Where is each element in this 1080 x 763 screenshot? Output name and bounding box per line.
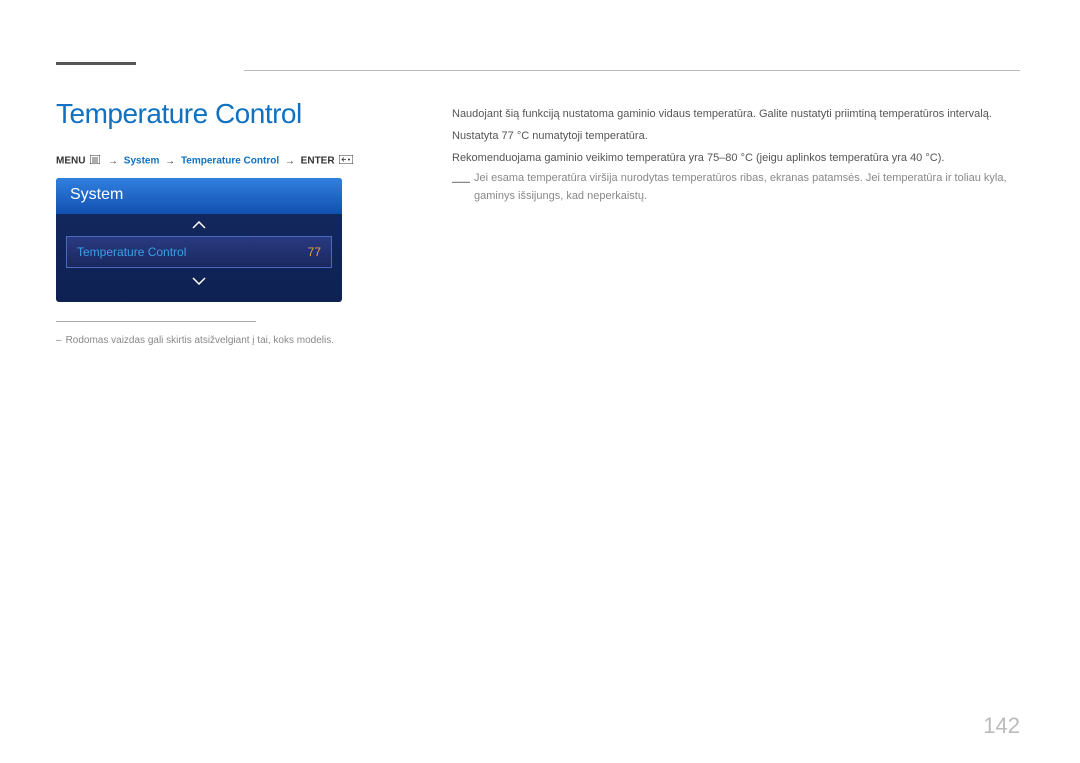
- body-paragraph-2: Nustatyta 77 °C numatytoji temperatūra.: [452, 127, 1020, 147]
- osd-item-temperature-control[interactable]: Temperature Control 77: [66, 236, 332, 268]
- body-paragraph-3: Rekomenduojama gaminio veikimo temperatū…: [452, 149, 1020, 169]
- menu-icon: [90, 155, 100, 167]
- body-text: Naudojant šią funkciją nustatoma gaminio…: [452, 105, 1020, 170]
- breadcrumb-temperature-control: Temperature Control: [181, 156, 279, 167]
- footnote-text: Rodomas vaizdas gali skirtis atsižvelgia…: [66, 335, 334, 346]
- body-note: ― Jei esama temperatūra viršija nurodyta…: [452, 170, 1020, 205]
- body-paragraph-1: Naudojant šią funkciją nustatoma gaminio…: [452, 105, 1020, 125]
- header-marker: [56, 62, 136, 65]
- page-number: 142: [983, 713, 1020, 739]
- note-content: Jei esama temperatūra viršija nurodytas …: [452, 170, 1020, 205]
- breadcrumb-arrow: →: [165, 156, 175, 167]
- enter-icon: [339, 155, 353, 167]
- breadcrumb-menu-label: MENU: [56, 156, 85, 167]
- breadcrumb-arrow: →: [108, 156, 118, 167]
- note-dash: ―: [452, 167, 470, 196]
- footnote-separator: [56, 321, 256, 322]
- breadcrumb-arrow: →: [285, 156, 295, 167]
- page-title: Temperature Control: [56, 98, 302, 130]
- breadcrumb: MENU → System → Temperature Control → EN…: [56, 155, 353, 167]
- breadcrumb-enter-label: ENTER: [301, 156, 335, 167]
- osd-up-button[interactable]: [56, 214, 342, 234]
- osd-item-label: Temperature Control: [77, 245, 186, 259]
- footnote: –Rodomas vaizdas gali skirtis atsižvelgi…: [56, 335, 334, 346]
- osd-down-button[interactable]: [56, 270, 342, 290]
- osd-item-value: 77: [308, 245, 321, 259]
- chevron-down-icon: [192, 277, 206, 285]
- breadcrumb-system: System: [124, 156, 160, 167]
- footnote-dash: –: [56, 335, 62, 346]
- header-rule: [244, 70, 1020, 71]
- osd-panel: System Temperature Control 77: [56, 178, 342, 302]
- chevron-up-icon: [192, 221, 206, 229]
- osd-header: System: [56, 178, 342, 214]
